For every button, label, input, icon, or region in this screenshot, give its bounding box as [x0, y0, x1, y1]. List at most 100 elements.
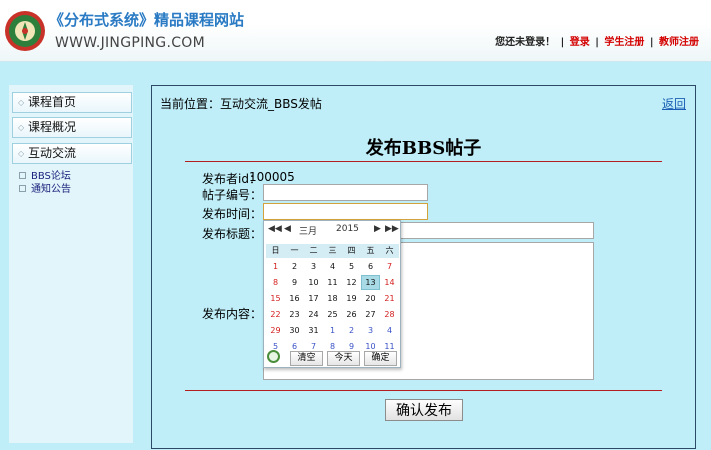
subitem-label: 通知公告 [31, 184, 71, 195]
prev-year-icon[interactable]: ◀◀ [268, 224, 282, 234]
calendar-day[interactable]: 11 [323, 275, 342, 290]
sidebar-item-course-home[interactable]: ◇ 课程首页 [12, 92, 132, 113]
sidebar-item-label: 课程首页 [28, 95, 77, 109]
post-no-input[interactable] [263, 184, 428, 201]
calendar-day[interactable]: 23 [285, 307, 304, 322]
calendar-day[interactable]: 1 [266, 259, 285, 274]
calendar-nav: ◀◀ ◀ 三月 2015 ▶ ▶▶ [264, 221, 400, 240]
calendar-day[interactable]: 11 [380, 339, 399, 354]
time-input[interactable] [263, 203, 428, 220]
site-url: WWW.JINGPING.COM [55, 35, 205, 51]
calendar-day[interactable]: 20 [361, 291, 380, 306]
login-status-text: 您还未登录！ [495, 37, 556, 48]
divider-top [185, 161, 662, 162]
calendar-day[interactable]: 7 [304, 339, 323, 354]
calendar-day[interactable]: 18 [323, 291, 342, 306]
publisher-value: 100005 [249, 170, 295, 184]
calendar-day[interactable]: 9 [285, 275, 304, 290]
submit-button[interactable]: 确认发布 [385, 399, 463, 421]
sidebar-item-label: 课程概况 [28, 120, 77, 134]
weekday-label: 一 [290, 246, 299, 255]
calendar-day[interactable]: 1 [323, 323, 342, 338]
back-link[interactable]: 返回 [662, 95, 686, 112]
bullet-icon: ◇ [18, 149, 25, 158]
calendar-day[interactable]: 31 [304, 323, 323, 338]
calendar-day[interactable]: 5 [266, 339, 285, 354]
calendar-day[interactable]: 10 [304, 275, 323, 290]
calendar-day[interactable]: 17 [304, 291, 323, 306]
calendar-day[interactable]: 30 [285, 323, 304, 338]
calendar-day[interactable]: 4 [323, 259, 342, 274]
calendar-day[interactable]: 2 [342, 323, 361, 338]
calendar-day[interactable]: 5 [342, 259, 361, 274]
square-bullet-icon [19, 172, 26, 179]
separator: | [649, 37, 654, 48]
next-month-icon[interactable]: ▶ [374, 224, 381, 234]
square-bullet-icon [19, 185, 26, 192]
teacher-register-link[interactable]: 教师注册 [659, 37, 699, 48]
calendar-day[interactable]: 2 [285, 259, 304, 274]
calendar-day[interactable]: 12 [342, 275, 361, 290]
sidebar-item-label: 互动交流 [28, 146, 77, 160]
calendar-day[interactable]: 8 [323, 339, 342, 354]
sidebar-item-course-overview[interactable]: ◇ 课程概况 [12, 117, 132, 138]
calendar-day[interactable]: 27 [361, 307, 380, 322]
calendar-day[interactable]: 9 [342, 339, 361, 354]
weekday-label: 日 [271, 246, 280, 255]
weekday-label: 二 [309, 246, 318, 255]
calendar-day[interactable]: 25 [323, 307, 342, 322]
student-register-link[interactable]: 学生注册 [604, 37, 644, 48]
weekday-label: 六 [385, 246, 394, 255]
calendar-day[interactable]: 13 [361, 275, 380, 290]
calendar-day[interactable]: 10 [361, 339, 380, 354]
post-no-label: 帖子编号： [202, 188, 263, 202]
date-picker-popup: ◀◀ ◀ 三月 2015 ▶ ▶▶ 清空 今天 确定 日一二三四五六123456… [263, 220, 401, 368]
site-title: 《分布式系统》精品课程网站 [49, 11, 245, 29]
calendar-day[interactable]: 26 [342, 307, 361, 322]
calendar-month[interactable]: 三月 [299, 224, 317, 237]
breadcrumb: 当前位置：互动交流_BBS发帖 [160, 97, 322, 111]
calendar-day[interactable]: 8 [266, 275, 285, 290]
calendar-day[interactable]: 7 [380, 259, 399, 274]
divider-bottom [185, 390, 662, 391]
weekday-label: 四 [347, 246, 356, 255]
page-title: 发布BBS帖子 [365, 138, 482, 159]
calendar-day[interactable]: 6 [285, 339, 304, 354]
login-link[interactable]: 登录 [570, 37, 590, 48]
sidebar-subitem-notice[interactable]: 通知公告 [19, 184, 71, 196]
calendar-day[interactable]: 15 [266, 291, 285, 306]
content-label: 发布内容： [202, 307, 263, 321]
sidebar-item-interaction[interactable]: ◇ 互动交流 [12, 143, 132, 164]
site-header: 《分布式系统》精品课程网站 WWW.JINGPING.COM 您还未登录！ | … [0, 0, 711, 62]
separator: | [560, 37, 565, 48]
bullet-icon: ◇ [18, 98, 25, 107]
calendar-day[interactable]: 21 [380, 291, 399, 306]
bullet-icon: ◇ [18, 123, 25, 132]
top-links: 您还未登录！ | 登录 | 学生注册 | 教师注册 [495, 33, 699, 48]
subitem-label: BBS论坛 [31, 171, 71, 182]
calendar-day[interactable]: 19 [342, 291, 361, 306]
calendar-day[interactable]: 22 [266, 307, 285, 322]
calendar-day[interactable]: 4 [380, 323, 399, 338]
calendar-day[interactable]: 3 [361, 323, 380, 338]
calendar-day[interactable]: 24 [304, 307, 323, 322]
next-year-icon[interactable]: ▶▶ [385, 224, 399, 234]
calendar-day[interactable]: 28 [380, 307, 399, 322]
sidebar-subitem-bbs[interactable]: BBS论坛 [19, 171, 71, 183]
school-emblem-icon [5, 11, 45, 51]
sidebar: ◇ 课程首页 ◇ 课程概况 ◇ 互动交流 BBS论坛 通知公告 [9, 85, 133, 443]
header-stripe [0, 63, 711, 77]
calendar-day[interactable]: 6 [361, 259, 380, 274]
calendar-day[interactable]: 3 [304, 259, 323, 274]
weekday-label: 五 [366, 246, 375, 255]
calendar-day[interactable]: 14 [380, 275, 399, 290]
calendar-year[interactable]: 2015 [336, 224, 359, 234]
weekday-label: 三 [328, 246, 337, 255]
subject-label: 发布标题： [202, 227, 263, 241]
time-label: 发布时间： [202, 207, 263, 221]
separator: | [595, 37, 599, 48]
calendar-day[interactable]: 29 [266, 323, 285, 338]
calendar-day[interactable]: 16 [285, 291, 304, 306]
main-panel: 当前位置：互动交流_BBS发帖 返回 发布BBS帖子 发布者id： 100005… [151, 85, 696, 449]
prev-month-icon[interactable]: ◀ [284, 224, 291, 234]
